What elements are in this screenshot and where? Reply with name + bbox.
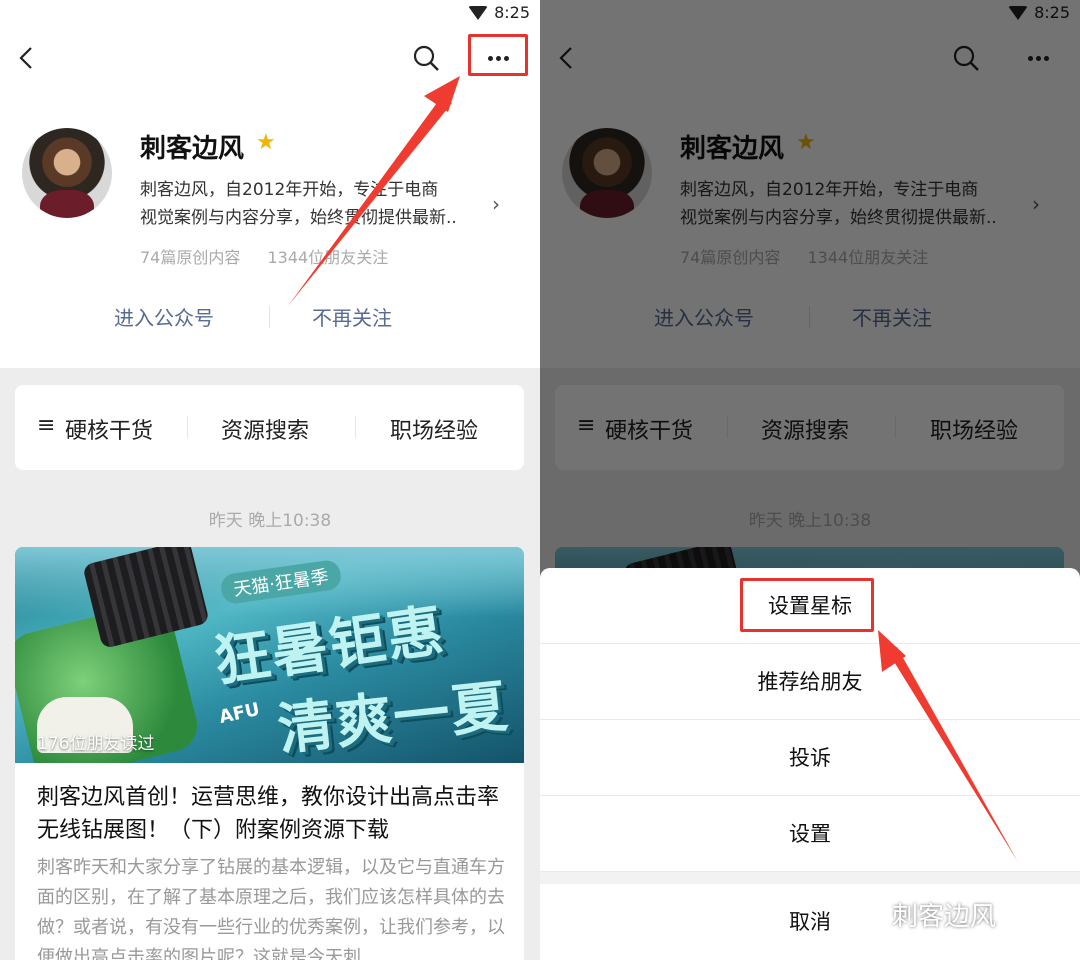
unfollow-button[interactable]: 不再关注 <box>312 302 392 331</box>
sheet-gap <box>540 872 1080 884</box>
action-sheet: 设置星标 推荐给朋友 投诉 设置 取消 <box>540 568 1080 960</box>
left-screen: 8:25 刺客边风 ★ 刺客边风，自2012年开始，专注于电商 视觉案例与内容分… <box>0 0 540 960</box>
article-summary: 刺客昨天和大家分享了钻展的基本逻辑，以及它与直通车方面的区别，在了解了基本原理之… <box>37 857 505 960</box>
follower-count: 1344位朋友关注 <box>267 248 389 267</box>
article-count: 74篇原创内容 <box>140 248 241 267</box>
description-line-1: 刺客边风，自2012年开始，专注于电商 <box>140 180 439 200</box>
article-banner: 天猫·狂暑季 狂暑钜惠 清爽一夏 AFU 176位朋友读过 <box>15 547 524 763</box>
more-icon-highlight <box>468 34 528 76</box>
menu-item-resources[interactable]: 资源搜索 <box>221 413 309 445</box>
read-count: 176位朋友读过 <box>37 734 155 754</box>
account-stats: 74篇原创内容 1344位朋友关注 <box>140 244 410 268</box>
menu-divider <box>355 416 356 438</box>
button-divider <box>269 306 270 328</box>
description-line-2: 视觉案例与内容分享，始终贯彻提供最新.. <box>140 208 457 228</box>
bottle-cap <box>82 547 210 650</box>
profile-header: 刺客边风 ★ 刺客边风，自2012年开始，专注于电商 视觉案例与内容分享，始终贯… <box>0 26 540 368</box>
feed-timestamp: 昨天 晚上10:38 <box>208 511 332 531</box>
menu-item-hardcore[interactable]: 硬核干货 <box>65 413 153 445</box>
right-screen: 8:25 刺客边风 ★ 刺客边风，自2012年开始，专注于电商 视觉案例与内容分… <box>540 0 1080 960</box>
set-star-highlight <box>740 578 874 632</box>
account-name: 刺客边风 <box>140 134 245 164</box>
menu-item-career[interactable]: 职场经验 <box>390 413 478 445</box>
report-option[interactable]: 投诉 <box>540 720 1080 796</box>
settings-option[interactable]: 设置 <box>540 796 1080 872</box>
avatar[interactable] <box>22 128 112 218</box>
article-card[interactable]: 天猫·狂暑季 狂暑钜惠 清爽一夏 AFU 176位朋友读过 刺客边风首创！运营思… <box>15 547 524 960</box>
account-menu: ≡ 硬核干货 资源搜索 职场经验 <box>15 385 524 470</box>
enter-account-button[interactable]: 进入公众号 <box>114 302 214 331</box>
menu-divider <box>187 416 188 438</box>
chevron-right-icon[interactable]: › <box>492 192 500 216</box>
status-bar: 8:25 <box>0 0 540 26</box>
search-icon[interactable] <box>412 44 440 72</box>
banner-brand: AFU <box>217 698 262 729</box>
star-icon: ★ <box>256 130 276 155</box>
menu-icon: ≡ <box>37 413 56 438</box>
status-time: 8:25 <box>494 3 530 22</box>
wifi-icon <box>468 6 488 20</box>
back-icon[interactable] <box>16 46 36 70</box>
article-title: 刺客边风首创！运营思维，教你设计出高点击率无线钻展图！（下）附案例资源下载 <box>37 785 500 843</box>
avatar-shirt <box>40 190 94 218</box>
recommend-option[interactable]: 推荐给朋友 <box>540 644 1080 720</box>
watermark: 刺客边风 <box>892 902 997 932</box>
account-description[interactable]: 刺客边风，自2012年开始，专注于电商 视觉案例与内容分享，始终贯彻提供最新.. <box>140 176 490 232</box>
cancel-option[interactable]: 取消 <box>540 884 1080 960</box>
